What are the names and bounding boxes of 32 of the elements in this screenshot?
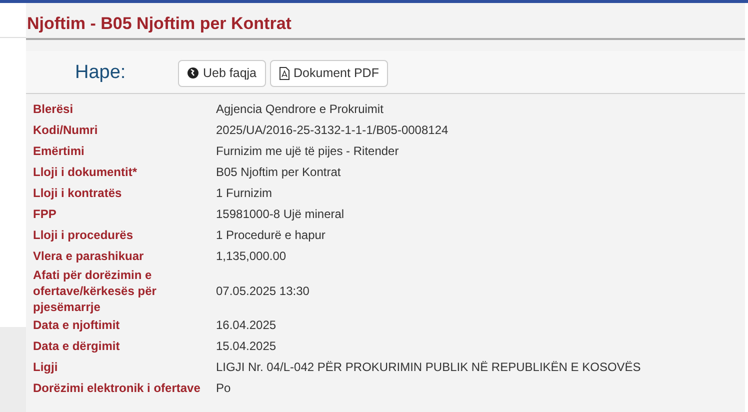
field-label: Dorëzimi elektronik i ofertave xyxy=(33,380,202,396)
field-value: B05 Njoftim per Kontrat xyxy=(216,164,341,181)
field-value: 16.04.2025 xyxy=(216,317,276,334)
toolbar-button[interactable]: Ueb faqja xyxy=(178,60,266,87)
field-label: Kodi/Numri xyxy=(33,122,99,138)
field-label: Vlera e parashikuar xyxy=(33,248,145,264)
toolbar-button[interactable]: Dokument PDF xyxy=(270,60,388,87)
page-title: Njoftim - B05 Njoftim per Kontrat xyxy=(26,3,745,40)
field-label: Lloji i kontratës xyxy=(33,185,123,201)
field-value: LIGJI Nr. 04/L-042 PËR PROKURIMIN PUBLIK NË REPUBLIKËN E KOSOVËS xyxy=(216,359,641,376)
globe-icon xyxy=(187,67,199,80)
field-label: Data e njoftimit xyxy=(33,317,121,333)
open-label: Hape: xyxy=(75,61,127,85)
field-label: Afati për dorëzimin e ofertave/kërkesës për pjesëmarrje xyxy=(33,266,158,314)
field-value: 2025/UA/2016-25-3132-1-1-1/B05-0008124 xyxy=(216,122,448,139)
field-value: Furnizim me ujë të pijes - Ritender xyxy=(216,143,399,160)
field-label: Lloji i procedurës xyxy=(33,227,134,243)
field-value: 1 Procedurë e hapur xyxy=(216,227,326,244)
field-label: Ligji xyxy=(33,359,59,375)
field-value: 1,135,000.00 xyxy=(216,248,286,265)
field-label: FPP xyxy=(33,206,58,222)
field-value: 15981000-8 Ujë mineral xyxy=(216,206,344,223)
field-value: 1 Furnizim xyxy=(216,185,272,202)
field-label: Lloji i dokumentit* xyxy=(33,164,138,180)
pdf-file-icon xyxy=(278,66,290,80)
field-value: Agjencia Qendrore e Prokruimit xyxy=(216,101,384,118)
field-value: Po xyxy=(216,380,231,397)
field-label: Emërtimi xyxy=(33,143,86,159)
field-label: Blerësi xyxy=(33,101,74,117)
field-label: Data e dërgimit xyxy=(33,338,121,354)
field-value: 07.05.2025 13:30 xyxy=(216,282,310,300)
field-value: 15.04.2025 xyxy=(216,338,276,355)
